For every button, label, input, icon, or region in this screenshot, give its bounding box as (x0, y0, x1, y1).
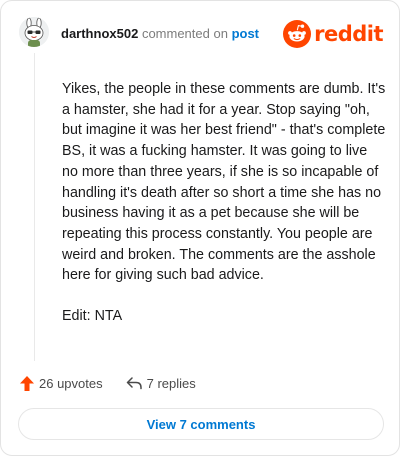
reddit-snoo-icon (283, 20, 312, 48)
comment-body: Yikes, the people in these comments are … (62, 79, 387, 327)
comment-paragraph: Yikes, the people in these comments are … (62, 81, 386, 284)
view-comments-button[interactable]: View 7 comments (18, 408, 384, 440)
post-link[interactable]: post (232, 26, 259, 41)
comment-header: darthnox502 commented on post reddit (17, 15, 383, 55)
avatar[interactable] (19, 17, 49, 47)
username-link[interactable]: darthnox502 (61, 26, 138, 41)
reply-arrow-icon (126, 377, 142, 390)
upvote-button[interactable]: 26 upvotes (19, 375, 103, 392)
thread-line (34, 53, 35, 361)
replies-count: 7 replies (146, 375, 196, 391)
commented-on-text: commented on (141, 26, 228, 41)
reddit-logo[interactable]: reddit (283, 20, 383, 48)
upvotes-count: 26 upvotes (39, 375, 103, 391)
comment-actions: 26 upvotes 7 replies (19, 373, 196, 393)
upvote-arrow-icon (20, 375, 34, 391)
reddit-wordmark: reddit (314, 21, 383, 46)
comment-paragraph-edit: Edit: NTA (62, 308, 123, 325)
snoo-avatar-icon (19, 17, 49, 47)
replies-button[interactable]: 7 replies (125, 375, 196, 391)
comment-meta: darthnox502 commented on post (61, 26, 259, 41)
comment-card: darthnox502 commented on post reddit Yik… (0, 0, 400, 456)
